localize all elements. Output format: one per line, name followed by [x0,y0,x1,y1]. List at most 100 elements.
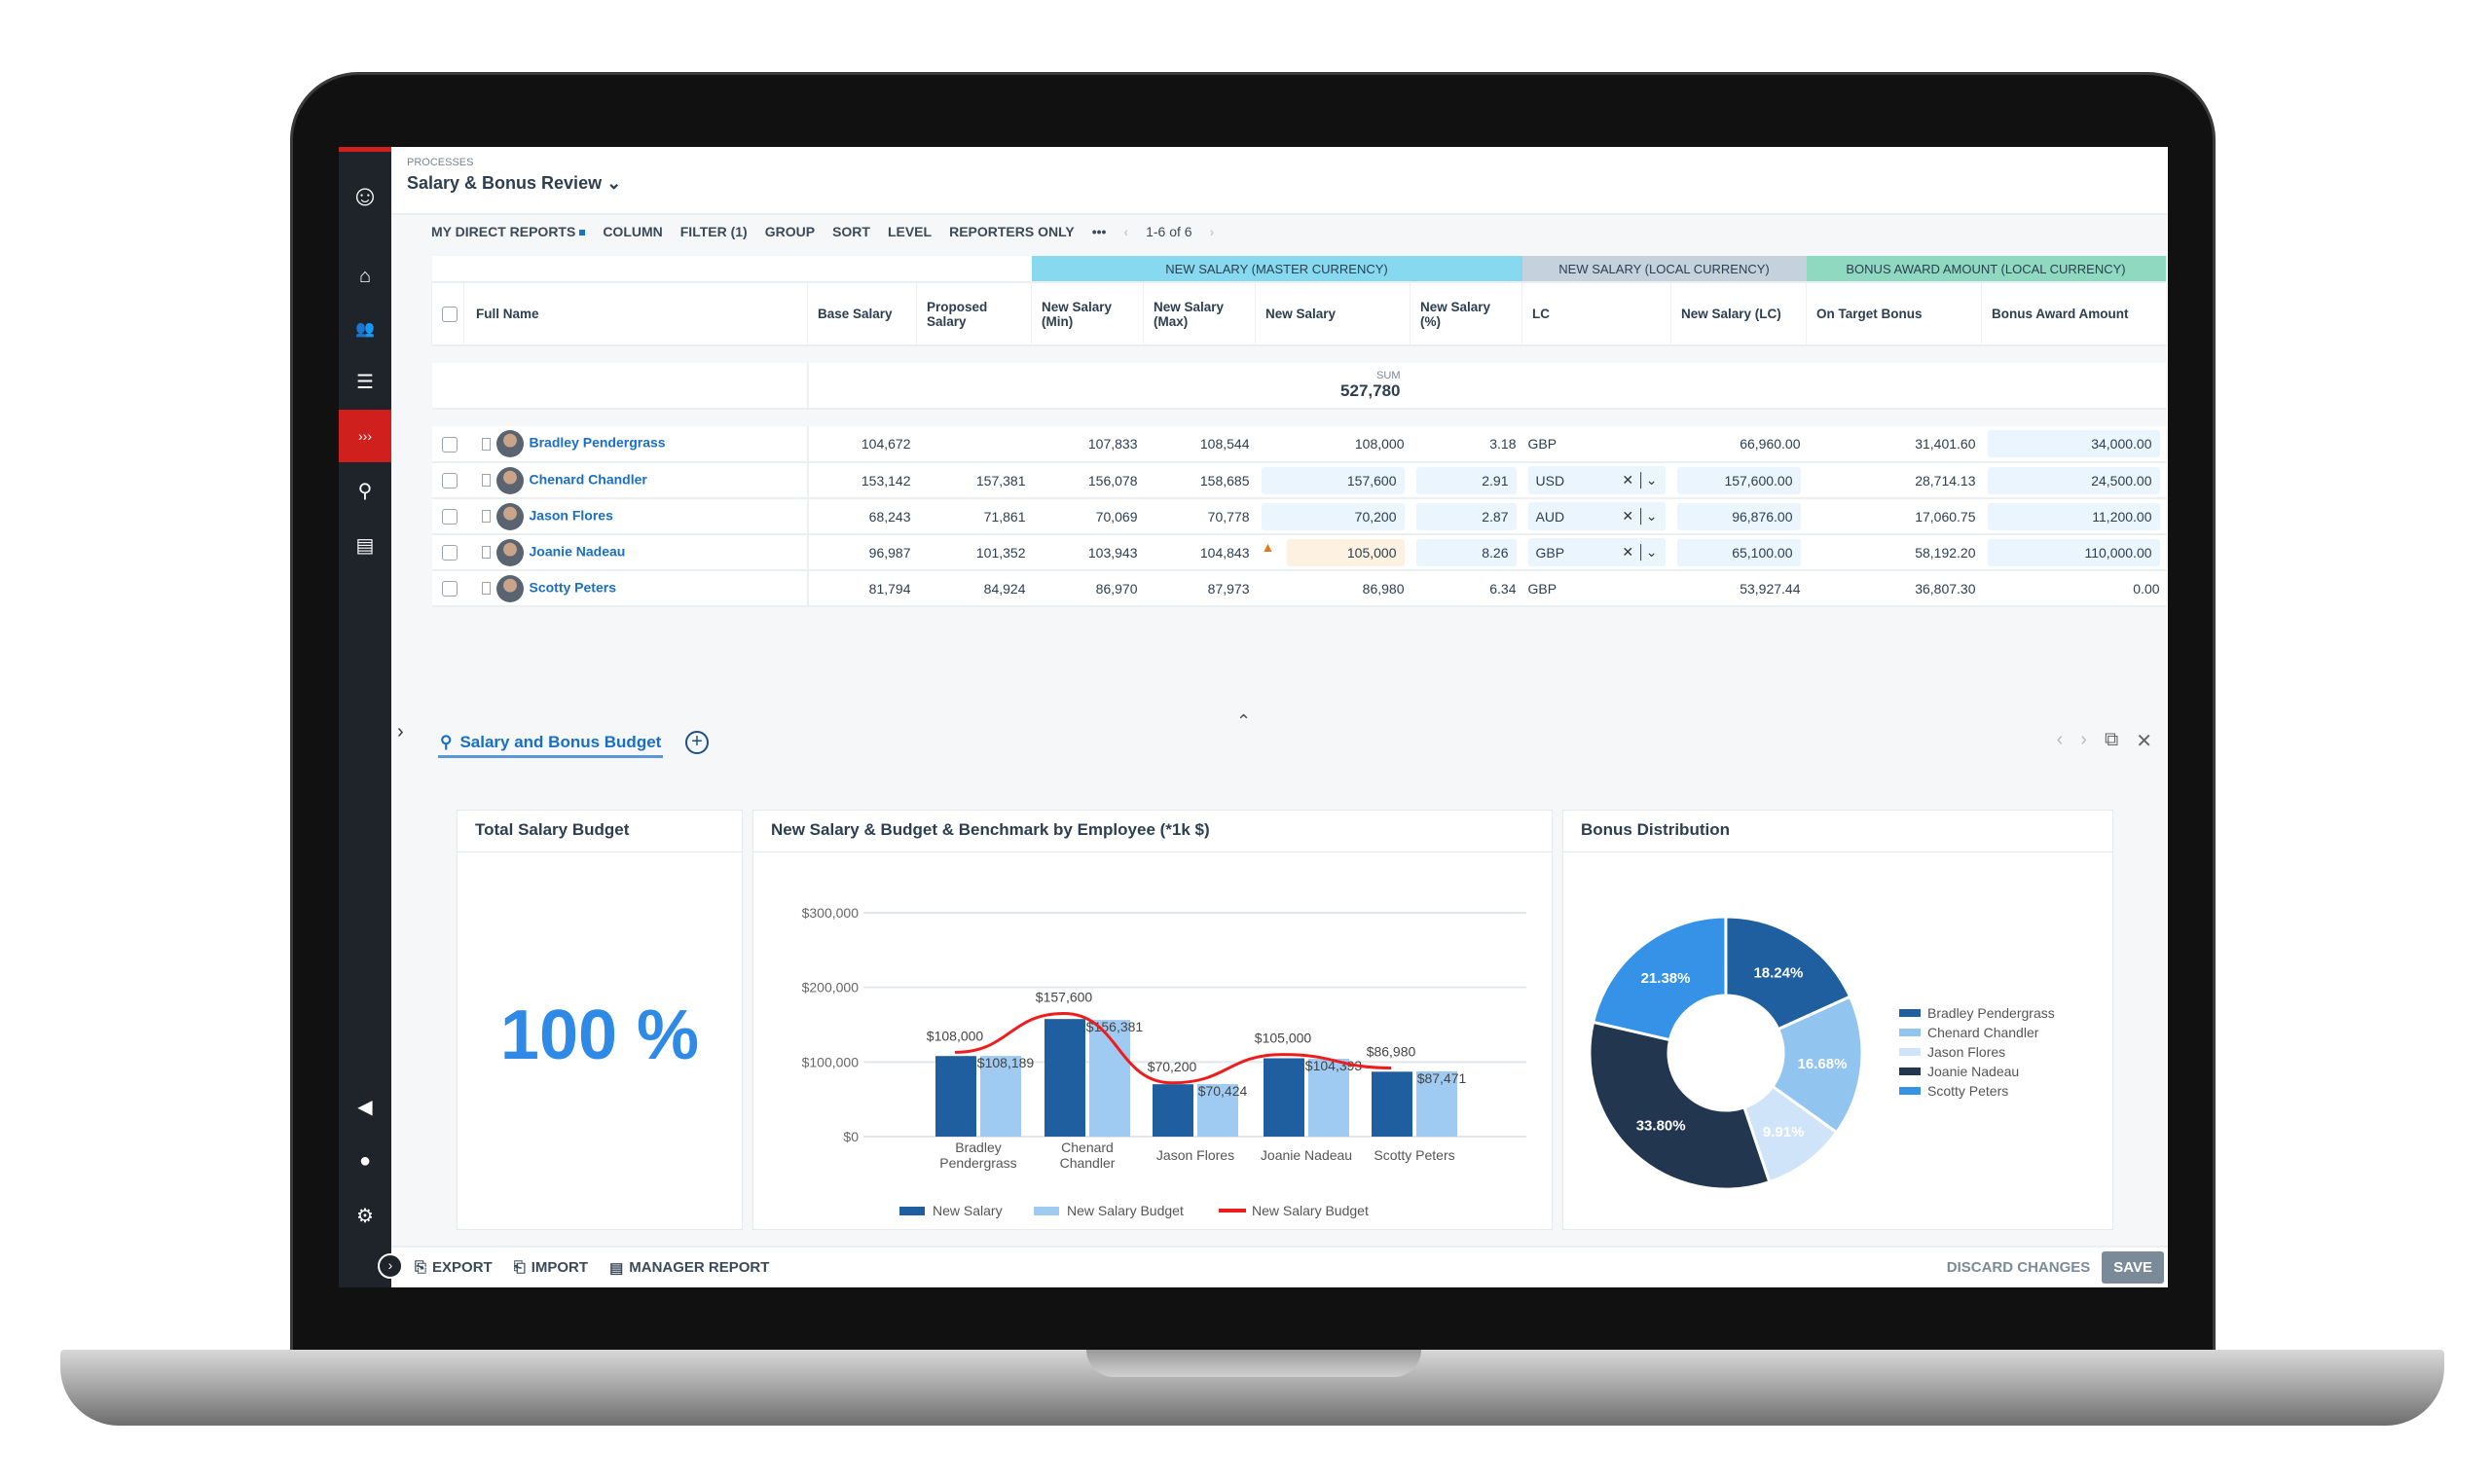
new-cell[interactable]: ▲ 105,000 [1255,534,1411,571]
clear-icon[interactable]: ✕ │⌄ [1622,544,1657,561]
row-checkbox-cell[interactable] [431,462,464,499]
employee-name-link[interactable]: Joanie Nadeau [530,543,626,559]
toolbar-level[interactable]: LEVEL [888,224,932,239]
employee-name-link[interactable]: Chenard Chandler [530,471,647,487]
column-header[interactable]: Bonus Award Amount [1981,282,2166,346]
settings-gear-icon[interactable]: ⚙ [339,1198,391,1233]
document-icon[interactable] [481,582,491,595]
toolbar-sort[interactable]: SORT [832,224,870,239]
pct-cell[interactable]: 2.87 [1410,498,1522,535]
home-icon[interactable]: ⌂ [339,259,391,294]
table-row[interactable]: Scotty Peters 81,794 84,924 86,970 87,973 86,… [431,570,2166,607]
bonus-cell[interactable]: 110,000.00 [1981,534,2166,571]
new-cell[interactable]: 70,200 [1255,498,1411,535]
pie-slice[interactable] [1588,1020,1772,1191]
min-value: 156,078 [1087,472,1138,489]
table-row[interactable]: Bradley Pendergrass 104,672 107,833 108,544… [431,426,2166,463]
bar-new-salary[interactable] [1153,1084,1193,1137]
row-checkbox[interactable] [441,545,458,561]
bar-new-salary[interactable] [1044,1019,1085,1137]
document-icon[interactable] [481,510,491,523]
bar-new-salary[interactable] [1264,1058,1304,1138]
new_lc-cell[interactable]: 65,100.00 [1670,534,1807,571]
export-button[interactable]: ⎘ EXPORT [415,1259,493,1276]
lc-cell[interactable]: AUD ✕ │⌄ [1521,498,1671,535]
bonus-cell[interactable]: 24,500.00 [1981,462,2166,499]
clipboard-icon[interactable]: ▤ [339,527,391,562]
table-row[interactable]: Joanie Nadeau 96,987 101,352 103,943 104,843… [431,534,2166,571]
row-checkbox[interactable] [441,473,458,489]
document-icon[interactable] [481,474,491,487]
manager-report-button[interactable]: ▤ MANAGER REPORT [609,1259,769,1277]
save-button[interactable]: SAVE [2102,1251,2164,1284]
table-row[interactable]: Chenard Chandler 153,142 157,381 156,078 158… [431,462,2166,499]
column-header[interactable]: Full Name [463,282,808,346]
toolbar-reporters-only[interactable]: REPORTERS ONLY [949,224,1075,239]
row-checkbox-cell[interactable] [431,570,464,607]
logo-smiley-icon[interactable]: ☺ [339,179,391,214]
collapse-panel-icon[interactable]: ⌃ [1236,711,1251,732]
expand-menu-button[interactable]: › [378,1253,403,1279]
column-header[interactable]: Proposed Salary [916,282,1032,346]
toolbar-my-direct-reports[interactable]: MY DIRECT REPORTS [431,224,586,239]
lc-cell[interactable]: GBP ✕ │⌄ [1521,534,1671,571]
pct-cell[interactable]: 8.26 [1410,534,1522,571]
more-options-icon[interactable]: ••• [1092,224,1107,239]
row-checkbox-cell[interactable] [431,534,464,571]
expand-sidebar-icon[interactable]: › [391,721,404,743]
analytics-icon[interactable]: ⚲ [339,473,391,508]
clear-icon[interactable]: ✕ │⌄ [1622,508,1657,525]
column-header[interactable]: New Salary (LC) [1669,282,1807,346]
select-all-checkbox[interactable] [431,282,464,346]
row-checkbox[interactable] [441,581,458,597]
close-icon[interactable]: ✕ [2136,729,2152,753]
new_lc-cell[interactable]: 157,600.00 [1670,462,1807,499]
user-icon[interactable]: ● [339,1143,391,1178]
bonus-cell[interactable]: 34,000.00 [1981,426,2166,463]
employee-name-link[interactable]: Scotty Peters [530,579,616,595]
row-checkbox-cell[interactable] [431,498,464,535]
pct-cell[interactable]: 2.91 [1410,462,1522,499]
bar-new-salary[interactable] [935,1056,976,1137]
column-header[interactable]: New Salary (%) [1410,282,1522,346]
checkbox[interactable] [442,306,458,322]
list-icon[interactable]: ☰ [339,364,391,399]
row-checkbox-cell[interactable] [431,426,464,463]
team-icon[interactable]: 👥 [339,311,391,346]
toolbar-group[interactable]: GROUP [765,224,815,239]
column-header[interactable]: New Salary (Max) [1143,282,1256,346]
add-tab-button[interactable]: + [685,731,709,754]
table-row[interactable]: Jason Flores 68,243 71,861 70,069 70,778 70,2… [431,498,2166,535]
new-cell[interactable]: 157,600 [1255,462,1411,499]
next-page-icon[interactable]: › [1210,224,1215,239]
announcement-icon[interactable]: ◀ [339,1089,391,1124]
clear-icon[interactable]: ✕ │⌄ [1622,472,1657,489]
prev-page-icon[interactable]: ‹ [1123,224,1128,239]
column-header[interactable]: LC [1521,282,1671,346]
column-header[interactable]: New Salary [1255,282,1411,346]
next-icon[interactable]: › [2080,729,2087,753]
row-checkbox[interactable] [441,509,458,525]
employee-name-link[interactable]: Bradley Pendergrass [530,435,666,451]
bonus-cell[interactable]: 11,200.00 [1981,498,2166,535]
import-button[interactable]: ⎗ IMPORT [514,1259,588,1276]
page-title[interactable]: Salary & Bonus Review ⌄ [407,173,621,194]
popout-icon[interactable]: ⧉ [2105,729,2118,753]
discard-changes-button[interactable]: DISCARD CHANGES [1947,1259,2091,1276]
document-icon[interactable] [481,546,491,559]
bar-new-salary[interactable] [1372,1071,1412,1137]
toolbar-filter[interactable]: FILTER (1) [680,224,748,239]
document-icon[interactable] [481,437,491,451]
tab-salary-and-bonus-budget[interactable]: ⚲ Salary and Bonus Budget [438,729,664,758]
toolbar-column[interactable]: COLUMN [603,224,662,239]
column-header[interactable]: Base Salary [807,282,917,346]
column-header[interactable]: On Target Bonus [1806,282,1982,346]
new_lc-cell[interactable]: 96,876.00 [1670,498,1807,535]
processes-icon[interactable]: ››› [339,410,391,462]
lc-cell[interactable]: USD ✕ │⌄ [1521,462,1671,499]
column-header[interactable]: New Salary (Min) [1031,282,1144,346]
breadcrumb[interactable]: PROCESSES [407,157,473,168]
row-checkbox[interactable] [441,436,458,452]
prev-icon[interactable]: ‹ [2057,729,2064,753]
employee-name-link[interactable]: Jason Flores [530,507,613,523]
